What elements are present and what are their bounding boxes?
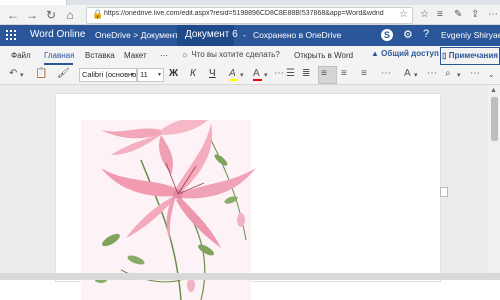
app-launcher-icon[interactable]: [6, 30, 18, 42]
share-page-icon[interactable]: ⇪: [471, 9, 479, 20]
word-header: Word Online OneDrive > Документы Докумен…: [0, 25, 500, 46]
document-page[interactable]: [55, 93, 441, 300]
font-name-select[interactable]: Calibri (основно ▾: [79, 68, 137, 82]
scroll-up-icon[interactable]: ▲: [490, 87, 497, 94]
reading-list-icon[interactable]: ≡: [437, 9, 443, 20]
more-icon[interactable]: ⋯: [488, 9, 498, 20]
page-corner-marker: [440, 187, 448, 197]
address-bar-row: ← → ↻ ⌂ 🔒 https://onedrive.live.com/edit…: [0, 5, 500, 25]
settings-icon[interactable]: ⚙: [403, 28, 413, 41]
document-canvas: [0, 85, 488, 300]
bold-button[interactable]: Ж: [169, 68, 178, 79]
lightbulb-icon: ☼: [181, 50, 189, 59]
tab-file[interactable]: Файл: [11, 51, 31, 60]
align-right-icon[interactable]: ≡: [361, 68, 367, 80]
comments-button[interactable]: ▯ Примечания: [440, 47, 500, 65]
find-dropdown-icon[interactable]: ▾: [457, 70, 461, 82]
highlight-dropdown-icon[interactable]: ▾: [240, 70, 244, 82]
tab-layout[interactable]: Макет: [124, 51, 147, 60]
star-icon[interactable]: ☆: [399, 9, 408, 20]
forward-icon[interactable]: →: [25, 8, 39, 22]
comment-icon: ▯: [442, 51, 447, 60]
share-label: Общий доступ: [381, 49, 439, 58]
bullet-list-icon[interactable]: ☰: [286, 68, 295, 80]
tab-insert[interactable]: Вставка: [85, 51, 115, 60]
highlight-color-bar: [229, 79, 238, 81]
find-icon[interactable]: ⌕: [445, 68, 451, 80]
save-status: - Сохранено в OneDrive: [243, 30, 341, 40]
chevron-down-icon: ▾: [157, 72, 161, 78]
align-left-icon[interactable]: ≡: [321, 68, 327, 80]
formatting-toolbar: ↶ ▾ 📋 🖌 Calibri (основно ▾ 11 ▾ Ж К Ч A …: [0, 65, 500, 85]
font-size-value: 11: [140, 70, 148, 79]
home-icon[interactable]: ⌂: [63, 8, 77, 22]
open-in-word-button[interactable]: Открыть в Word: [294, 51, 353, 60]
styles-dropdown-icon[interactable]: ▾: [414, 70, 418, 82]
clipboard-icon[interactable]: 📋: [35, 68, 47, 80]
skype-icon[interactable]: S: [381, 29, 393, 41]
favorites-icon[interactable]: ☆: [420, 9, 429, 20]
document-name-label: Документ 6: [185, 29, 238, 40]
user-name[interactable]: Evgeniy Shiryaev: [441, 30, 500, 40]
back-icon[interactable]: ←: [6, 8, 20, 22]
url-field[interactable]: 🔒 https://onedrive.live.com/edit.aspx?re…: [86, 7, 413, 24]
font-name-value: Calibri (основно: [82, 70, 137, 79]
reload-icon[interactable]: ↻: [44, 8, 58, 22]
undo-icon[interactable]: ↶: [9, 68, 17, 80]
undo-dropdown-icon[interactable]: ▾: [20, 70, 24, 82]
ribbon-tabs: Файл Главная Вставка Макет ⋯ ☼ Что вы хот…: [0, 46, 500, 65]
url-text: https://onedrive.live.com/edit.aspx?resi…: [104, 10, 384, 17]
save-status-separator: -: [243, 30, 246, 40]
italic-button[interactable]: К: [190, 68, 196, 79]
tell-me-text: Что вы хотите сделать?: [191, 50, 280, 59]
lock-icon: 🔒: [92, 9, 104, 19]
underline-button[interactable]: Ч: [209, 68, 216, 79]
font-color-bar: [253, 79, 262, 81]
tell-me-search[interactable]: ☼ Что вы хотите сделать?: [181, 50, 280, 59]
document-name[interactable]: Документ 6: [177, 25, 238, 46]
app-title[interactable]: Word Online: [30, 29, 85, 40]
more-tabs-icon[interactable]: ⋯: [160, 51, 168, 60]
help-icon[interactable]: ?: [423, 28, 429, 40]
more-icon[interactable]: ⋯: [427, 68, 437, 80]
font-color-dropdown-icon[interactable]: ▾: [264, 70, 268, 82]
tab-home[interactable]: Главная: [44, 51, 74, 60]
scrollbar-thumb[interactable]: [491, 97, 498, 141]
status-bar: [0, 273, 500, 280]
chevron-down-icon[interactable]: ⌄: [488, 69, 495, 81]
format-painter-icon[interactable]: 🖌: [57, 68, 70, 80]
more-icon[interactable]: ⋯: [470, 68, 480, 80]
more-icon[interactable]: ⋯: [381, 68, 391, 80]
more-icon[interactable]: ⋯: [274, 68, 284, 80]
styles-icon[interactable]: A: [404, 68, 411, 80]
save-status-text: Сохранено в OneDrive: [252, 30, 342, 40]
pen-icon[interactable]: ✎: [454, 9, 462, 20]
breadcrumb[interactable]: OneDrive > Документы: [95, 30, 184, 40]
share-icon: ▲: [371, 49, 379, 58]
comments-label: Примечания: [448, 51, 498, 60]
chevron-down-icon: ▾: [130, 72, 134, 78]
align-center-icon[interactable]: ≡: [341, 68, 347, 80]
font-size-select[interactable]: 11 ▾: [137, 68, 164, 82]
numbered-list-icon[interactable]: ≣: [302, 68, 310, 80]
share-button[interactable]: ▲ Общий доступ: [371, 49, 439, 58]
